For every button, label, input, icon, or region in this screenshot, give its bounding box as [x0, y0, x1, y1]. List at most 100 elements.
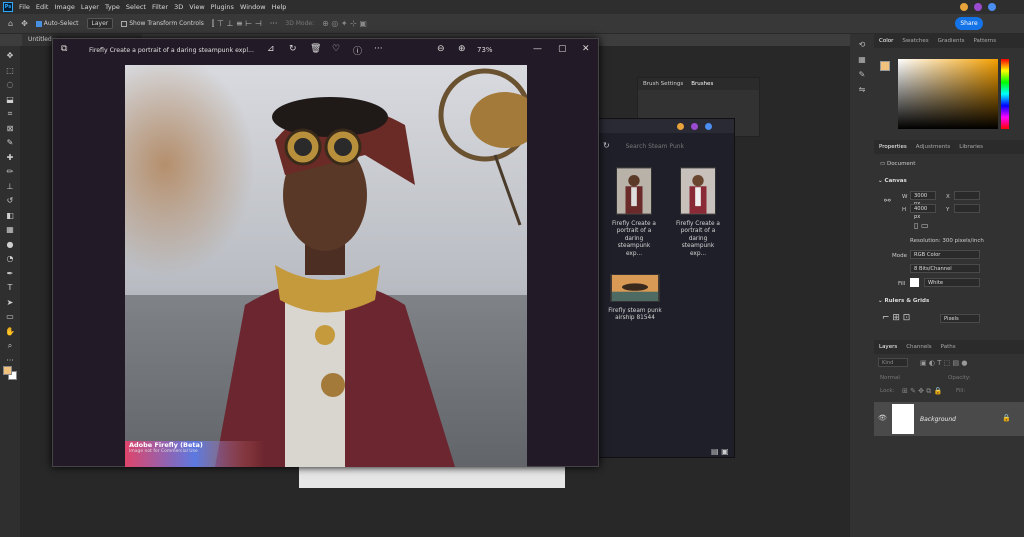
auto-select-checkbox[interactable]: Auto-Select [35, 20, 79, 27]
ruler-grid-icons[interactable]: ⌐ ⊞ ⊡ [882, 313, 910, 323]
delete-icon[interactable]: 🗑 [310, 44, 321, 54]
fill-select[interactable]: White [924, 278, 980, 287]
pen-tool-icon[interactable]: ✒ [3, 268, 17, 281]
menu-select[interactable]: Select [126, 3, 146, 11]
marquee-tool-icon[interactable]: ⬚ [3, 65, 17, 78]
eraser-tool-icon[interactable]: ◧ [3, 210, 17, 223]
height-field[interactable]: 4000 px [910, 204, 936, 220]
rotate-icon[interactable]: ↻ [289, 44, 297, 54]
menu-layer[interactable]: Layer [81, 3, 99, 11]
color-fg-chip[interactable] [880, 61, 890, 71]
menu-file[interactable]: File [19, 3, 30, 11]
type-tool-icon[interactable]: T [3, 282, 17, 295]
tab-brush-settings[interactable]: Brush Settings [643, 81, 683, 87]
tab-libraries[interactable]: Libraries [959, 144, 983, 150]
link-icon[interactable]: ⚯ [884, 196, 891, 205]
home-icon[interactable]: ⌂ [8, 19, 13, 28]
3d-tools-icons[interactable]: ⊕ ◎ ✦ ⊹ ▣ [322, 19, 367, 28]
swatches-panel-icon[interactable]: ▦ [858, 55, 866, 64]
stock-search-input[interactable]: Search Steam Punk [626, 143, 684, 150]
tab-color[interactable]: Color [879, 38, 893, 44]
close-icon[interactable]: ✕ [582, 44, 590, 54]
object-select-icon[interactable]: ⬓ [3, 94, 17, 107]
brush-panel-icon[interactable]: ✎ [859, 70, 866, 79]
adjustments-panel-icon[interactable]: ⇋ [859, 85, 866, 94]
zoom-out-icon[interactable]: ⊖ [437, 44, 445, 54]
tab-gradients[interactable]: Gradients [938, 38, 965, 44]
foreground-color-swatch[interactable] [3, 366, 12, 375]
menu-window[interactable]: Window [240, 3, 266, 11]
menu-type[interactable]: Type [105, 3, 120, 11]
layer-filter-icons[interactable]: ▣ ◐ T ⬚ ▤ ● [920, 359, 967, 367]
healing-brush-icon[interactable]: ✚ [3, 152, 17, 165]
lasso-tool-icon[interactable]: ◌ [3, 79, 17, 92]
blend-mode-select[interactable]: Normal [880, 375, 900, 381]
zoom-tool-icon[interactable]: ⌕ [3, 340, 17, 353]
menu-help[interactable]: Help [272, 3, 287, 11]
menu-edit[interactable]: Edit [36, 3, 49, 11]
lock-icons[interactable]: ⊞ ✎ ✥ ⧉ 🔒 [902, 387, 942, 396]
bit-depth-select[interactable]: 8 Bits/Channel [910, 264, 980, 273]
view-toggle-icons[interactable]: ▤ ▣ [711, 447, 729, 456]
menu-view[interactable]: View [189, 3, 204, 11]
zoom-in-icon[interactable]: ⊕ [458, 44, 466, 54]
crop-tool-icon[interactable]: ⌗ [3, 108, 17, 121]
move-tool-icon[interactable]: ✥ [21, 19, 28, 28]
eyedropper-icon[interactable]: ✎ [3, 137, 17, 150]
tab-patterns[interactable]: Patterns [973, 38, 996, 44]
layer-row-background[interactable]: 👁 Background 🔒 [874, 402, 1024, 436]
mode-select[interactable]: RGB Color [910, 250, 980, 259]
path-select-icon[interactable]: ➤ [3, 297, 17, 310]
color-picker-field[interactable] [898, 59, 998, 129]
stock-tile-2[interactable]: Firefly Create a portrait of a daring st… [673, 167, 723, 258]
layer-select[interactable]: Layer [86, 18, 114, 29]
hand-tool-icon[interactable]: ✋ [3, 326, 17, 339]
visibility-eye-icon[interactable]: 👁 [878, 414, 887, 422]
stock-tile-3[interactable]: Firefly steam punk airship 81544 [607, 274, 663, 323]
minimize-icon[interactable]: — [533, 44, 542, 54]
share-button[interactable]: Share [955, 17, 983, 30]
tab-properties[interactable]: Properties [879, 144, 907, 150]
menu-3d[interactable]: 3D [174, 3, 183, 11]
tab-swatches[interactable]: Swatches [902, 38, 928, 44]
brush-tool-icon[interactable]: ✏ [3, 166, 17, 179]
more-icon[interactable]: ··· [270, 19, 278, 28]
history-panel-icon[interactable]: ⟲ [859, 40, 866, 49]
menu-filter[interactable]: Filter [152, 3, 168, 11]
x-field[interactable] [954, 191, 980, 200]
stock-tile-3-label: Firefly steam punk airship 81544 [608, 307, 662, 322]
shape-tool-icon[interactable]: ▭ [3, 311, 17, 324]
menu-image[interactable]: Image [54, 3, 74, 11]
favorite-icon[interactable]: ♡ [332, 44, 340, 54]
stock-search[interactable]: ↻ Search Steam Punk [603, 141, 731, 152]
stock-tile-1[interactable]: Firefly Create a portrait of a daring st… [609, 167, 659, 258]
show-transform-checkbox[interactable]: Show Transform Controls [121, 20, 204, 27]
tab-brushes[interactable]: Brushes [691, 81, 713, 87]
gradient-tool-icon[interactable]: ▦ [3, 224, 17, 237]
frame-tool-icon[interactable]: ⊠ [3, 123, 17, 136]
tab-paths[interactable]: Paths [941, 344, 956, 350]
maximize-icon[interactable]: ▢ [558, 44, 567, 54]
blur-tool-icon[interactable]: ● [3, 239, 17, 252]
align-icons[interactable]: ⫿ ⊤ ⊥ ≡ ⊢ ⊣ [212, 19, 262, 29]
units-select[interactable]: Pixels [940, 314, 980, 323]
dodge-tool-icon[interactable]: ◔ [3, 253, 17, 266]
edit-image-icon[interactable]: ⊿ [267, 44, 275, 54]
tab-adjustments[interactable]: Adjustments [916, 144, 950, 150]
orientation-icons[interactable]: ▯ ▭ [914, 221, 929, 230]
y-field[interactable] [954, 204, 980, 213]
color-swatches[interactable] [3, 366, 17, 380]
refresh-icon[interactable]: ↻ [603, 141, 610, 150]
hue-slider[interactable] [1001, 59, 1009, 129]
layer-kind-filter[interactable]: Kind [878, 358, 908, 367]
fill-swatch[interactable] [910, 278, 919, 287]
tab-layers[interactable]: Layers [879, 344, 897, 350]
move-tool-icon[interactable]: ✥ [3, 50, 17, 63]
stamp-tool-icon[interactable]: ⊥ [3, 181, 17, 194]
info-icon[interactable]: ⓘ [353, 44, 362, 57]
menu-plugins[interactable]: Plugins [211, 3, 234, 11]
tab-channels[interactable]: Channels [906, 344, 931, 350]
width-field[interactable]: 3000 px [910, 191, 936, 207]
more-icon[interactable]: ··· [374, 44, 383, 54]
history-brush-icon[interactable]: ↺ [3, 195, 17, 208]
